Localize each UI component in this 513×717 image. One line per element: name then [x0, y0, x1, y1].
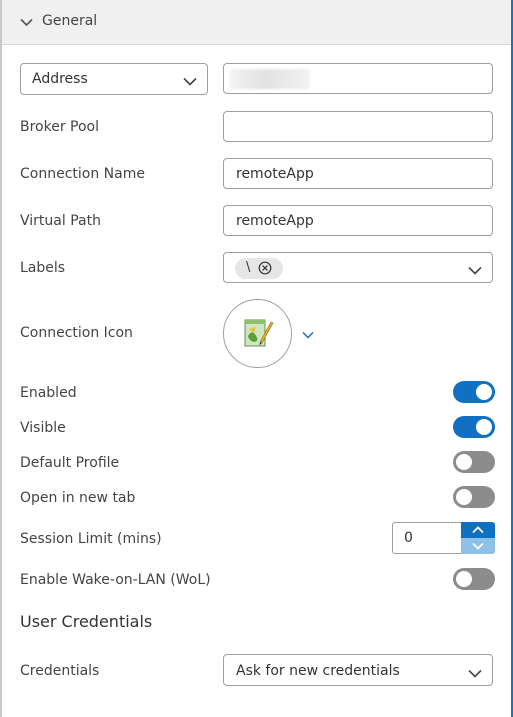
- toggle-knob: [456, 489, 472, 505]
- chevron-down-icon: [183, 74, 197, 90]
- chevron-down-icon: [472, 542, 484, 550]
- broker-pool-input[interactable]: [223, 111, 493, 142]
- broker-pool-label: Broker Pool: [20, 119, 100, 135]
- toggle-knob: [476, 419, 492, 435]
- notepad-paint-app-icon: [242, 316, 274, 354]
- labels-label: Labels: [20, 260, 66, 276]
- address-input[interactable]: [223, 63, 493, 94]
- visible-label: Visible: [20, 420, 66, 436]
- open-new-tab-toggle[interactable]: [453, 486, 495, 508]
- wake-on-lan-label: Enable Wake-on-LAN (WoL): [20, 572, 211, 588]
- toggle-knob: [456, 571, 472, 587]
- labels-multiselect[interactable]: \: [223, 252, 493, 283]
- default-profile-label: Default Profile: [20, 455, 120, 471]
- chevron-down-icon: [468, 263, 482, 279]
- general-section-header[interactable]: General: [2, 0, 511, 45]
- chevron-up-icon: [472, 526, 484, 534]
- section-title-general: General: [42, 13, 98, 29]
- virtual-path-value: remoteApp: [236, 213, 314, 229]
- remove-chip-icon[interactable]: [258, 261, 272, 279]
- connection-name-input[interactable]: remoteApp: [223, 158, 493, 189]
- visible-toggle[interactable]: [453, 416, 495, 438]
- decrement-button[interactable]: [461, 538, 495, 554]
- chevron-down-icon: [468, 666, 482, 682]
- connection-name-value: remoteApp: [236, 166, 314, 182]
- session-limit-value: 0: [404, 530, 413, 546]
- connection-icon-label: Connection Icon: [20, 325, 133, 341]
- chevron-down-icon: [20, 15, 33, 31]
- address-type-dropdown[interactable]: Address: [20, 63, 208, 95]
- increment-button[interactable]: [461, 522, 495, 538]
- credentials-label: Credentials: [20, 663, 100, 679]
- address-type-value: Address: [32, 71, 88, 87]
- virtual-path-input[interactable]: remoteApp: [223, 205, 493, 236]
- label-chip[interactable]: \: [235, 258, 283, 279]
- default-profile-toggle[interactable]: [453, 451, 495, 473]
- icon-picker-chevron-icon[interactable]: [302, 327, 314, 343]
- redacted-address: [230, 69, 310, 89]
- enabled-label: Enabled: [20, 385, 77, 401]
- label-chip-text: \: [246, 260, 251, 275]
- open-new-tab-label: Open in new tab: [20, 490, 136, 506]
- panel-left-border: [0, 0, 2, 717]
- connection-icon-picker[interactable]: [223, 299, 292, 368]
- credentials-value: Ask for new credentials: [236, 663, 400, 679]
- session-limit-label: Session Limit (mins): [20, 531, 162, 547]
- user-credentials-heading: User Credentials: [20, 612, 153, 631]
- toggle-knob: [456, 454, 472, 470]
- toggle-knob: [476, 384, 492, 400]
- wake-on-lan-toggle[interactable]: [453, 568, 495, 590]
- virtual-path-label: Virtual Path: [20, 213, 101, 229]
- enabled-toggle[interactable]: [453, 381, 495, 403]
- connection-name-label: Connection Name: [20, 166, 145, 182]
- credentials-dropdown[interactable]: Ask for new credentials: [223, 654, 493, 686]
